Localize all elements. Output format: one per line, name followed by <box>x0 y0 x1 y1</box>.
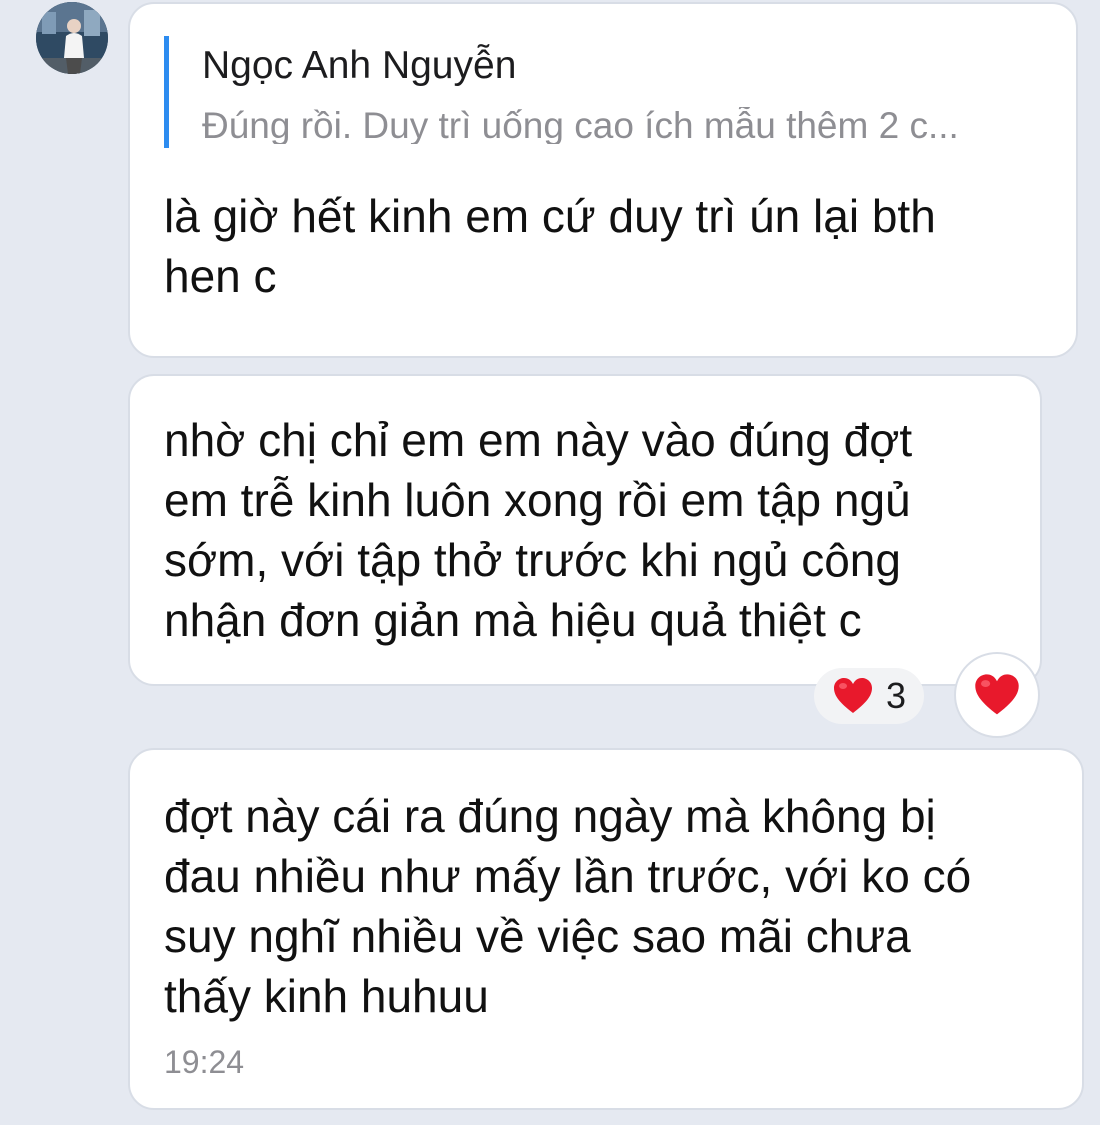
message-text: nhờ chị chỉ em em này vào đúng đợt em tr… <box>164 410 912 650</box>
message-line: nhận đơn giản mà hiệu quả thiệt c <box>164 594 862 646</box>
message-line: là giờ hết kinh em cứ duy trì ún lại bth <box>164 190 936 242</box>
message-bubble[interactable]: Ngọc Anh Nguyễn Đúng rồi. Duy trì uống c… <box>128 2 1078 358</box>
message-line: đau nhiều như mấy lần trước, với ko có <box>164 850 972 902</box>
message-line: thấy kinh huhuu <box>164 970 489 1022</box>
message-line: đợt này cái ra đúng ngày mà không bị <box>164 790 936 842</box>
heart-icon <box>832 677 874 715</box>
reaction-count: 3 <box>885 675 907 716</box>
message-line: suy nghĩ nhiều về việc sao mãi chưa <box>164 910 911 962</box>
heart-icon <box>973 673 1021 717</box>
message-bubble[interactable]: nhờ chị chỉ em em này vào đúng đợt em tr… <box>128 374 1042 686</box>
sender-avatar[interactable] <box>36 2 108 74</box>
reply-author: Ngọc Anh Nguyễn <box>202 44 517 87</box>
message-timestamp: 19:24 <box>164 1044 245 1080</box>
message-line: sớm, với tập thở trước khi ngủ công <box>164 534 901 586</box>
reply-quote[interactable]: Ngọc Anh Nguyễn Đúng rồi. Duy trì uống c… <box>164 36 1044 148</box>
message-text: đợt này cái ra đúng ngày mà không bị đau… <box>164 786 971 1026</box>
message-line: nhờ chị chỉ em em này vào đúng đợt <box>164 414 913 466</box>
message-text: là giờ hết kinh em cứ duy trì ún lại bth… <box>164 186 936 306</box>
reply-snippet: Đúng rồi. Duy trì uống cao ích mẫu thêm … <box>202 107 959 144</box>
message-line: hen c <box>164 250 277 302</box>
message-line: em trễ kinh luôn xong rồi em tập ngủ <box>164 474 911 526</box>
message-bubble[interactable]: đợt này cái ra đúng ngày mà không bị đau… <box>128 748 1084 1110</box>
reaction-summary[interactable]: 3 <box>814 668 924 724</box>
react-button[interactable] <box>954 652 1040 738</box>
